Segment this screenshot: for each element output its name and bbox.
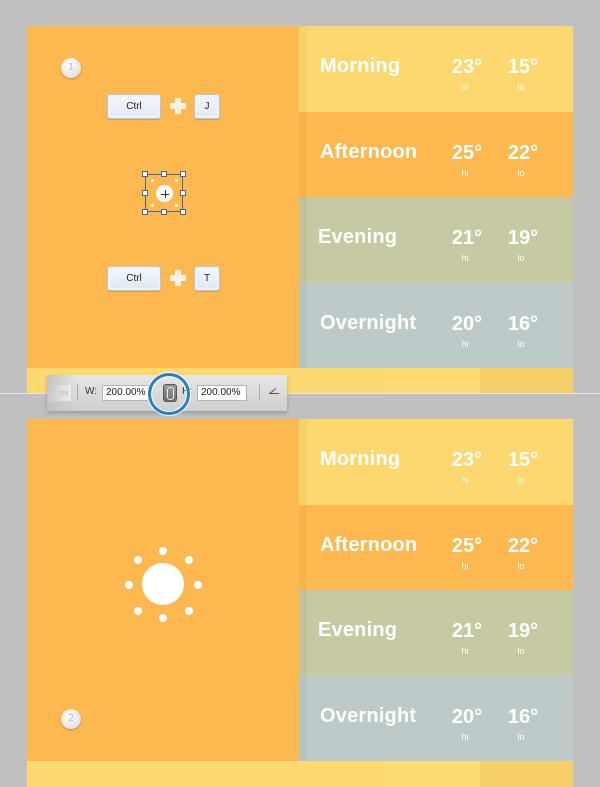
width-label: W:: [85, 386, 98, 397]
forecast-list: Morning 23° 15° hi lo Afternoon 25° 22° …: [299, 419, 573, 761]
icon-area: 1 Ctrl J Ctrl T: [27, 26, 299, 393]
fade-overlay: [47, 375, 77, 411]
bottom-color-strip: [27, 761, 573, 787]
separator: [77, 384, 78, 400]
period-label: Overnight: [320, 311, 417, 334]
ctrl-key: Ctrl: [107, 266, 161, 291]
lo-label: lo: [517, 731, 525, 742]
hi-temp: 21°: [451, 227, 483, 249]
step-number-badge: 1: [61, 58, 81, 78]
strip-segment: [480, 368, 573, 393]
ctrl-key: Ctrl: [107, 94, 161, 119]
crosshair-icon: [161, 190, 169, 198]
sun-ray-dot: [175, 204, 178, 207]
forecast-row-overnight: Overnight 20° 16° hi lo: [299, 675, 573, 761]
sun-ray-dot: [134, 556, 142, 564]
lo-label: lo: [517, 82, 525, 92]
plus-icon: [170, 98, 186, 114]
t-key: T: [194, 266, 220, 291]
lo-temp: 22°: [507, 534, 539, 557]
width-field[interactable]: 200.00%: [102, 385, 152, 401]
transform-handle[interactable]: [180, 209, 186, 215]
sun-ray-dot: [185, 556, 193, 564]
forecast-row-afternoon: Afternoon 25° 22° hi lo: [299, 111, 573, 197]
lo-label: lo: [517, 475, 525, 485]
plus-icon: [170, 270, 186, 286]
forecast-row-morning: Morning 23° 15° hi lo: [299, 419, 573, 505]
transform-handle[interactable]: [142, 190, 148, 196]
hi-label: hi: [461, 560, 469, 571]
highlight-ring: [148, 373, 190, 415]
lo-label: lo: [517, 338, 525, 349]
separator: [259, 384, 260, 400]
sun-ray-dot: [151, 204, 154, 207]
lo-temp: 15°: [507, 449, 539, 471]
period-label: Evening: [318, 226, 398, 248]
lo-label: lo: [517, 560, 525, 571]
lo-temp: 16°: [507, 312, 539, 335]
step-2-panel: 2 Morning 23° 15° hi lo Afternoon 25° 22…: [27, 419, 573, 787]
tutorial-canvas: 1 Ctrl J Ctrl T Morning 23° 15° hi lo Af…: [0, 0, 600, 787]
hi-temp: 21°: [451, 620, 483, 642]
strip-segment: [384, 761, 480, 787]
sun-ray-dot: [125, 581, 133, 589]
sun-ray-dot: [134, 607, 142, 615]
lo-temp: 22°: [507, 141, 539, 164]
period-label: Overnight: [320, 704, 417, 727]
transform-handle[interactable]: [180, 171, 186, 177]
hi-label: hi: [461, 253, 469, 263]
forecast-row-evening: Evening 21° 19° hi lo: [299, 590, 573, 676]
sun-ray-dot: [159, 547, 167, 555]
transform-handle[interactable]: [161, 171, 167, 177]
j-key: J: [194, 94, 220, 119]
transform-handle[interactable]: [142, 209, 148, 215]
lo-temp: 19°: [507, 620, 539, 642]
sun-ray-dot: [151, 179, 154, 182]
angle-icon: [269, 385, 279, 395]
hi-label: hi: [461, 167, 469, 178]
lo-temp: 16°: [507, 705, 539, 728]
hi-label: hi: [461, 82, 469, 92]
period-label: Evening: [318, 619, 398, 641]
hi-temp: 25°: [451, 141, 483, 164]
sun-ray-dot: [159, 614, 167, 622]
hi-label: hi: [461, 338, 469, 349]
step-1-panel: 1 Ctrl J Ctrl T Morning 23° 15° hi lo Af…: [27, 26, 573, 393]
strip-segment: [480, 761, 573, 787]
forecast-row-overnight: Overnight 20° 16° hi lo: [299, 282, 573, 368]
transform-bounding-box-icon[interactable]: [142, 171, 186, 215]
step-number-badge: 2: [61, 709, 81, 729]
lo-label: lo: [517, 253, 525, 263]
transform-handle[interactable]: [161, 209, 167, 215]
hi-temp: 20°: [451, 705, 483, 728]
forecast-row-afternoon: Afternoon 25° 22° hi lo: [299, 504, 573, 590]
lo-label: lo: [517, 646, 525, 656]
sun-ray-dot: [175, 179, 178, 182]
lo-temp: 15°: [507, 56, 539, 78]
forecast-row-evening: Evening 21° 19° hi lo: [299, 197, 573, 283]
hi-label: hi: [461, 646, 469, 656]
period-label: Afternoon: [320, 140, 418, 163]
forecast-list: Morning 23° 15° hi lo Afternoon 25° 22° …: [299, 26, 573, 368]
forecast-row-morning: Morning 23° 15° hi lo: [299, 26, 573, 112]
sun-ray-dot: [194, 581, 202, 589]
sun-core: [142, 563, 184, 605]
sun-ray-dot: [185, 607, 193, 615]
transform-handle[interactable]: [180, 190, 186, 196]
height-field[interactable]: 200.00%: [197, 385, 247, 401]
lo-temp: 19°: [507, 227, 539, 249]
strip-segment: [384, 368, 480, 393]
period-label: Afternoon: [320, 533, 418, 556]
hi-temp: 23°: [451, 56, 483, 78]
period-label: Morning: [320, 55, 401, 77]
lo-label: lo: [517, 167, 525, 178]
period-label: Morning: [320, 448, 401, 470]
hi-label: hi: [461, 475, 469, 485]
hi-temp: 23°: [451, 449, 483, 471]
hi-temp: 20°: [451, 312, 483, 335]
hi-temp: 25°: [451, 534, 483, 557]
hi-label: hi: [461, 731, 469, 742]
strip-segment: [27, 761, 384, 787]
transform-handle[interactable]: [142, 171, 148, 177]
